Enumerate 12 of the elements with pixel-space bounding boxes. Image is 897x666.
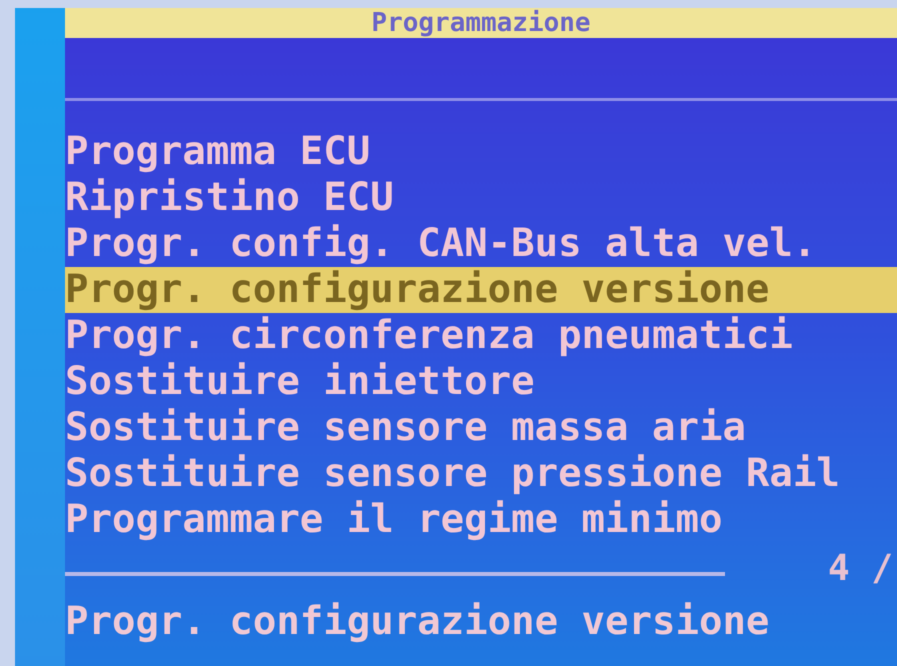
menu-item[interactable]: Sostituire sensore massa aria	[65, 405, 897, 451]
status-line: Progr. configurazione versione	[65, 599, 770, 645]
menu-item[interactable]: Programmare il regime minimo	[65, 497, 897, 543]
menu-item[interactable]: Progr. config. CAN-Bus alta vel.	[65, 221, 897, 267]
menu-item[interactable]: Programma ECU	[65, 129, 897, 175]
menu-item[interactable]: Sostituire sensore pressione Rail	[65, 451, 897, 497]
page-indicator: 4 /	[828, 549, 893, 589]
menu-item[interactable]: Progr. circonferenza pneumatici	[65, 313, 897, 359]
title: Programmazione	[371, 8, 591, 38]
menu-item[interactable]: Ripristino ECU	[65, 175, 897, 221]
menu-item[interactable]: Progr. configurazione versione	[65, 267, 897, 313]
menu-item[interactable]: Sostituire iniettore	[65, 359, 897, 405]
